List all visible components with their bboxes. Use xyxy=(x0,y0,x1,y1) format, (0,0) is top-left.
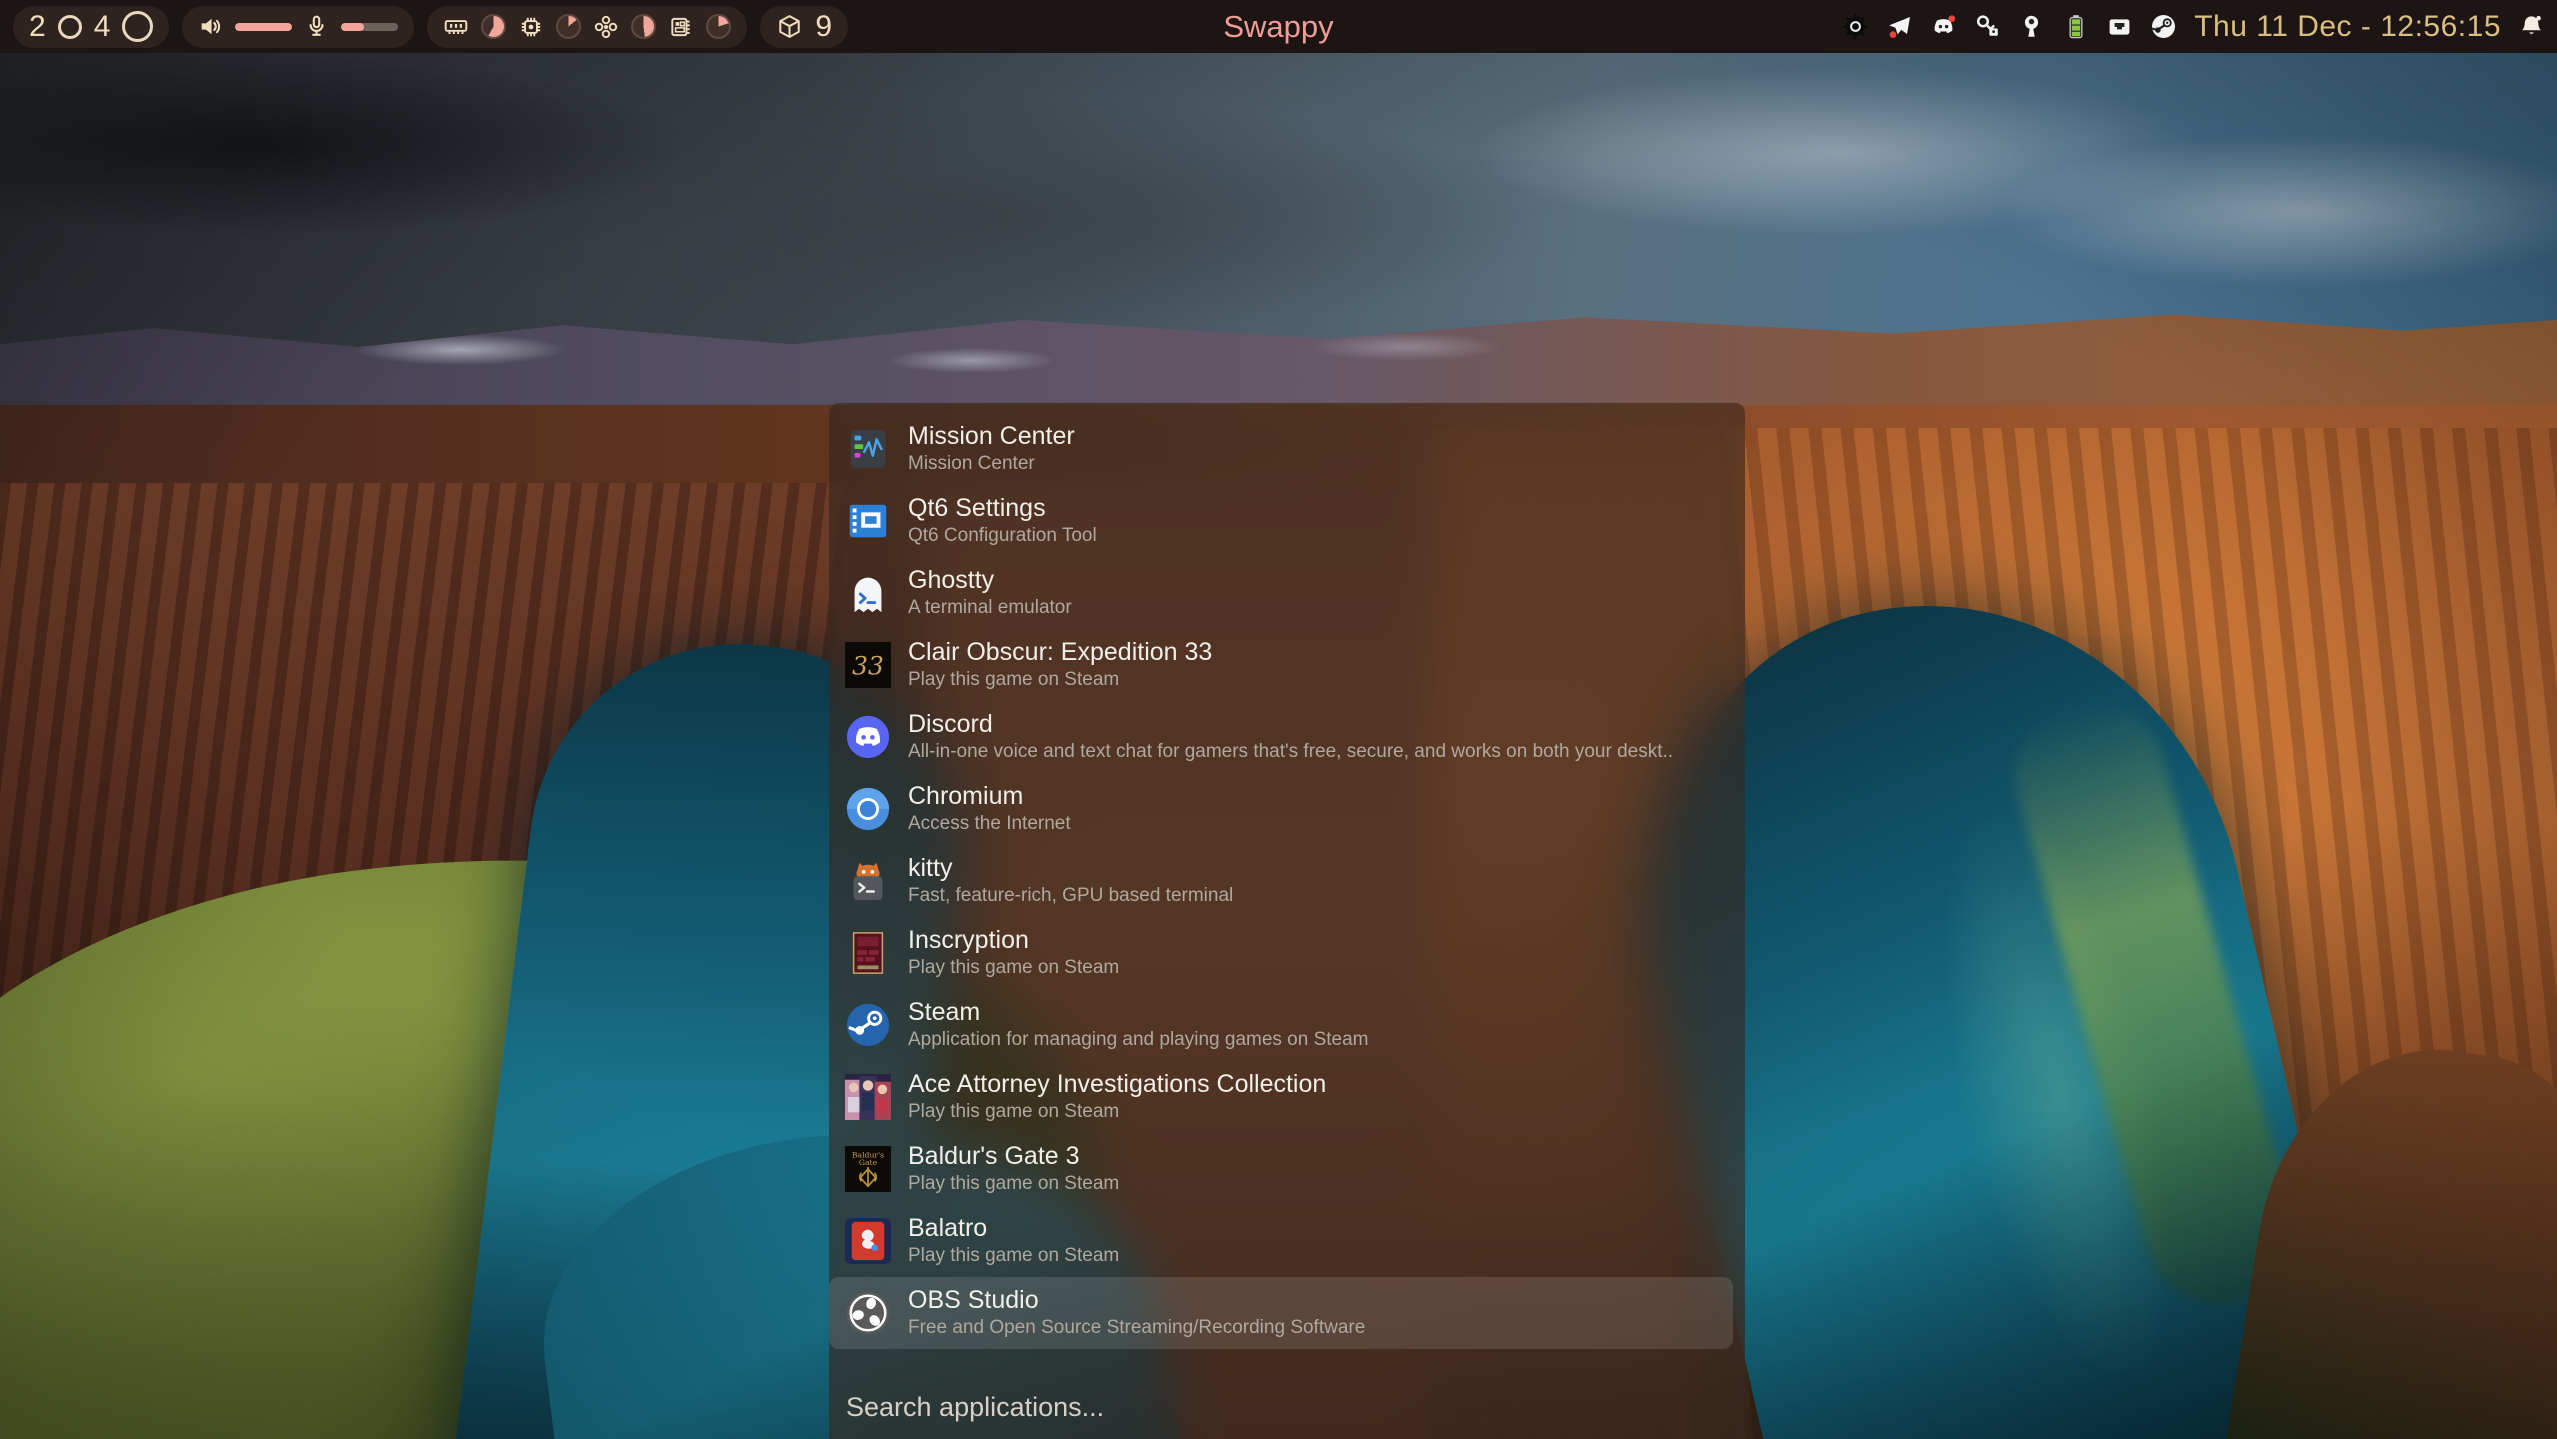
app-description: Play this game on Steam xyxy=(908,1245,1119,1268)
app-title: Ghostty xyxy=(908,566,1072,595)
app-description: Play this game on Steam xyxy=(908,669,1212,692)
app-row-discord[interactable]: DiscordAll-in-one voice and text chat fo… xyxy=(829,701,1733,773)
workspace-2[interactable]: 2 xyxy=(29,12,46,42)
app-title: Baldur's Gate 3 xyxy=(908,1142,1119,1171)
package-icon xyxy=(776,13,803,40)
app-row-baldurs-gate-3[interactable]: Baldur'sGate Baldur's Gate 3Play this gam… xyxy=(829,1133,1733,1205)
bar-right-modules: Thu 11 Dec - 12:56:15 xyxy=(1842,10,2545,44)
battery-icon[interactable] xyxy=(2062,13,2089,40)
memory-usage-pie xyxy=(481,14,506,39)
app-description: A terminal emulator xyxy=(908,597,1072,620)
app-description: Free and Open Source Streaming/Recording… xyxy=(908,1317,1365,1340)
disk-usage-pie xyxy=(706,14,731,39)
app-title: Discord xyxy=(908,710,1673,739)
inscryption-icon xyxy=(845,930,891,976)
app-row-ace-attorney[interactable]: Ace Attorney Investigations CollectionPl… xyxy=(829,1061,1733,1133)
app-description: Application for managing and playing gam… xyxy=(908,1029,1369,1052)
discord-icon xyxy=(845,714,891,760)
app-title: Steam xyxy=(908,998,1369,1027)
mic-slider-fill xyxy=(341,23,364,31)
app-description: Qt6 Configuration Tool xyxy=(908,525,1097,548)
network-icon[interactable] xyxy=(2106,13,2133,40)
svg-text:33: 33 xyxy=(852,652,884,681)
system-monitors-pill[interactable] xyxy=(427,6,747,48)
gpu-usage-pie xyxy=(631,14,656,39)
disk-icon xyxy=(668,14,694,40)
volume-slider-fill xyxy=(235,23,292,31)
app-description: Play this game on Steam xyxy=(908,1101,1326,1124)
mission-center-icon xyxy=(845,426,891,472)
speaker-icon[interactable] xyxy=(198,14,223,39)
clock[interactable]: Thu 11 Dec - 12:56:15 xyxy=(2194,10,2501,44)
workspace-circle-large-icon[interactable] xyxy=(122,11,153,42)
bar-left-modules: 2 4 xyxy=(13,6,848,48)
keepass-key-icon[interactable] xyxy=(1974,13,2001,40)
app-list: Mission CenterMission CenterQt6 Settings… xyxy=(829,413,1745,1349)
app-row-obs-studio[interactable]: OBS StudioFree and Open Source Streaming… xyxy=(829,1277,1733,1349)
app-description: Mission Center xyxy=(908,453,1075,476)
app-title: Qt6 Settings xyxy=(908,494,1097,523)
steam-icon xyxy=(845,1002,891,1048)
app-description: Play this game on Steam xyxy=(908,1173,1119,1196)
app-title: Inscryption xyxy=(908,926,1119,955)
workspace-circle-icon[interactable] xyxy=(58,15,82,39)
baldurs-gate-3-icon: Baldur'sGate xyxy=(845,1146,891,1192)
app-row-inscryption[interactable]: InscryptionPlay this game on Steam xyxy=(829,917,1733,989)
app-row-kitty[interactable]: kittyFast, feature-rich, GPU based termi… xyxy=(829,845,1733,917)
svg-text:Gate: Gate xyxy=(859,1158,878,1167)
app-row-ghostty[interactable]: GhosttyA terminal emulator xyxy=(829,557,1733,629)
updates-count: 9 xyxy=(815,12,832,42)
mic-slider[interactable] xyxy=(341,23,398,31)
telegram-icon[interactable] xyxy=(1886,13,1913,40)
ace-attorney-icon xyxy=(845,1074,891,1120)
app-description: Access the Internet xyxy=(908,813,1071,836)
audio-pill xyxy=(182,6,414,48)
app-title: Balatro xyxy=(908,1214,1119,1243)
app-title: Chromium xyxy=(908,782,1071,811)
bell-icon[interactable] xyxy=(2518,13,2545,40)
app-description: All-in-one voice and text chat for gamer… xyxy=(908,741,1673,764)
app-row-chromium[interactable]: ChromiumAccess the Internet xyxy=(829,773,1733,845)
kitty-icon xyxy=(845,858,891,904)
app-title: Clair Obscur: Expedition 33 xyxy=(908,638,1212,667)
memory-icon xyxy=(443,14,469,40)
ghostty-icon xyxy=(845,570,891,616)
microphone-icon[interactable] xyxy=(304,14,329,39)
lock-key-icon[interactable] xyxy=(2018,13,2045,40)
steelseries-icon[interactable] xyxy=(1842,13,1869,40)
app-description: Play this game on Steam xyxy=(908,957,1119,980)
cpu-usage-pie xyxy=(556,14,581,39)
app-title: OBS Studio xyxy=(908,1286,1365,1315)
discord-icon[interactable] xyxy=(1930,13,1957,40)
app-title: Mission Center xyxy=(908,422,1075,451)
chromium-icon xyxy=(845,786,891,832)
app-launcher-panel: Mission CenterMission CenterQt6 Settings… xyxy=(829,403,1745,1439)
updates-pill[interactable]: 9 xyxy=(760,6,848,48)
app-row-qt6-settings[interactable]: Qt6 SettingsQt6 Configuration Tool xyxy=(829,485,1733,557)
obs-studio-icon xyxy=(845,1290,891,1336)
balatro-icon xyxy=(845,1218,891,1264)
app-row-steam[interactable]: SteamApplication for managing and playin… xyxy=(829,989,1733,1061)
top-bar: 2 4 xyxy=(0,0,2557,53)
search-row[interactable]: Search applications... xyxy=(829,1392,1745,1423)
app-title: Ace Attorney Investigations Collection xyxy=(908,1070,1326,1099)
app-row-balatro[interactable]: BalatroPlay this game on Steam xyxy=(829,1205,1733,1277)
gpu-icon xyxy=(593,14,619,40)
workspace-4[interactable]: 4 xyxy=(94,12,111,42)
app-title: kitty xyxy=(908,854,1233,883)
app-row-mission-center[interactable]: Mission CenterMission Center xyxy=(829,413,1733,485)
search-input[interactable]: Search applications... xyxy=(846,1392,1104,1422)
steam-tray-icon[interactable] xyxy=(2150,13,2177,40)
app-row-clair-obscur[interactable]: 33 Clair Obscur: Expedition 33Play this g… xyxy=(829,629,1733,701)
qt6-settings-icon xyxy=(845,498,891,544)
active-window-title: Swappy xyxy=(1223,9,1333,45)
cpu-icon xyxy=(518,14,544,40)
volume-slider[interactable] xyxy=(235,23,292,31)
clair-obscur-icon: 33 xyxy=(845,642,891,688)
workspaces-pill[interactable]: 2 4 xyxy=(13,6,169,48)
app-description: Fast, feature-rich, GPU based terminal xyxy=(908,885,1233,908)
